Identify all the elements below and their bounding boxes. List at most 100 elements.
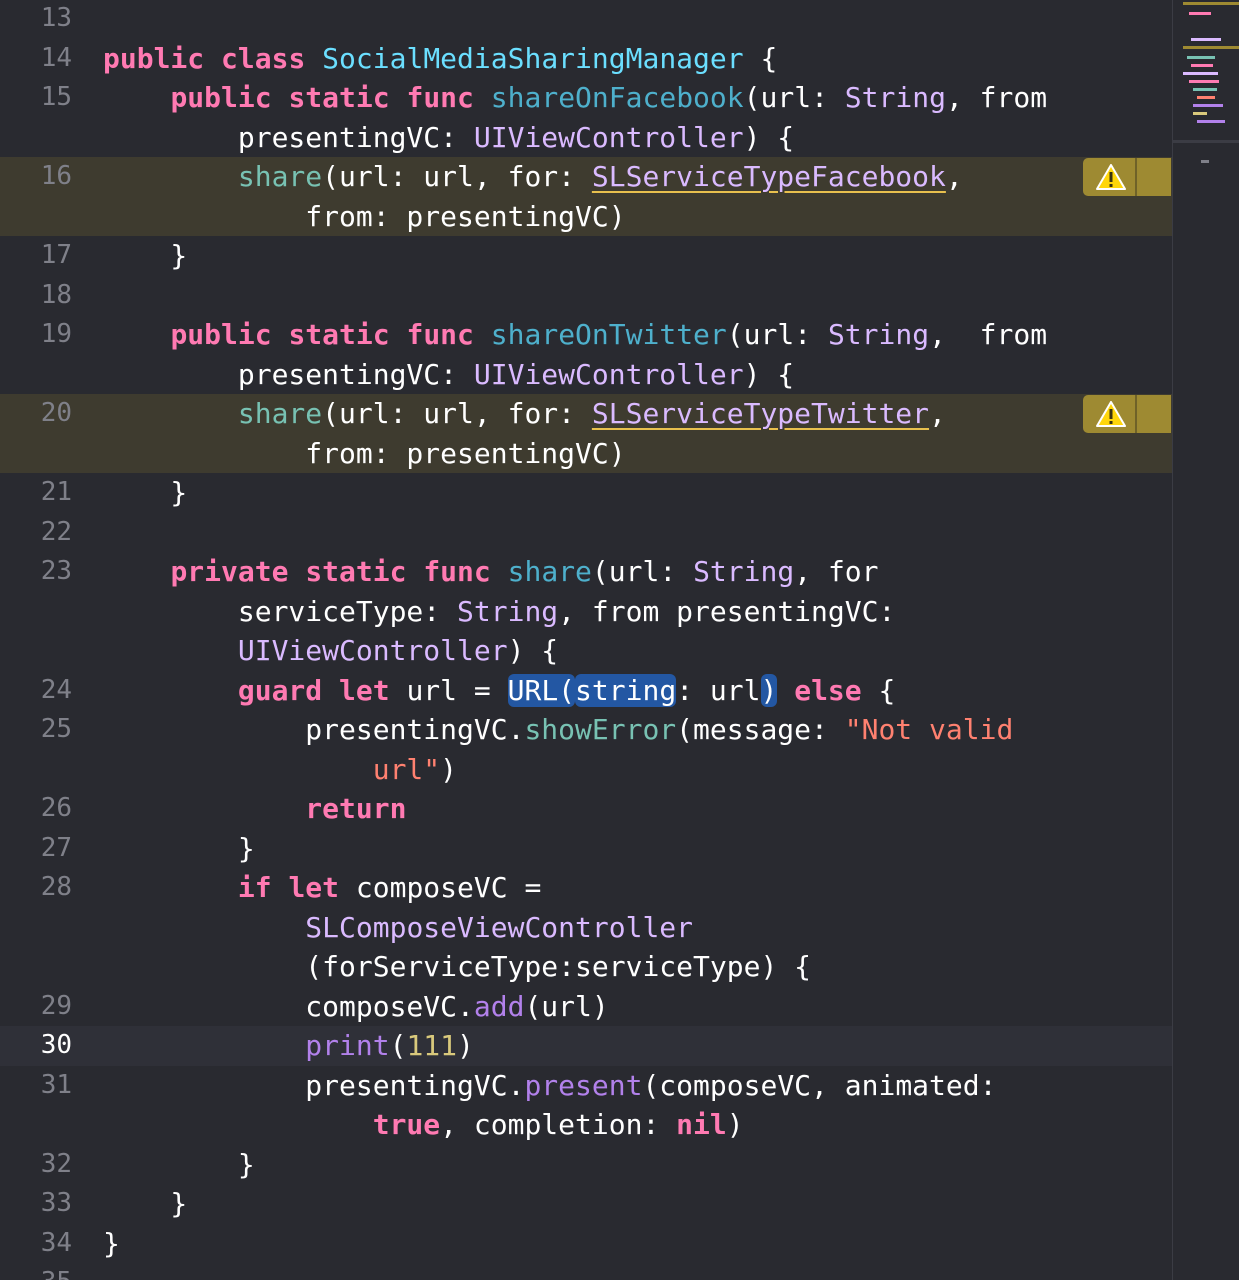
code-token: SLComposeViewController — [305, 910, 694, 944]
code-text[interactable]: UIViewController) { — [103, 631, 558, 671]
line-number[interactable]: 22 — [0, 513, 72, 553]
code-line-25[interactable]: 25 presentingVC.showError(message: "Not … — [0, 710, 1172, 789]
line-number[interactable]: 23 — [0, 552, 72, 592]
warning-badge[interactable] — [1083, 158, 1171, 196]
code-token: true — [372, 1108, 441, 1141]
code-text[interactable]: public class SocialMediaSharingManager { — [103, 39, 777, 79]
code-text[interactable]: presentingVC: UIViewController) { — [103, 118, 794, 158]
code-token: else — [794, 673, 862, 707]
line-number[interactable]: 15 — [0, 78, 72, 118]
line-number[interactable]: 14 — [0, 39, 72, 79]
code-text[interactable]: } — [103, 829, 255, 869]
line-number[interactable]: 33 — [0, 1184, 72, 1224]
line-number[interactable]: 32 — [0, 1145, 72, 1185]
code-text[interactable]: } — [103, 1224, 120, 1264]
code-text[interactable]: share(url: url, for: SLServiceTypeFacebo… — [103, 157, 963, 197]
code-token: serviceType: — [103, 594, 458, 628]
code-line-28[interactable]: 28 if let composeVC = SLComposeViewContr… — [0, 868, 1172, 987]
code-line-24[interactable]: 24 guard let url = URL(string: url) else… — [0, 671, 1172, 711]
code-line-16[interactable]: 16 share(url: url, for: SLServiceTypeFac… — [0, 157, 1172, 236]
code-token: ) — [760, 673, 778, 707]
code-line-35[interactable]: 35 — [0, 1263, 1172, 1280]
code-line-13[interactable]: 13 — [0, 0, 1172, 39]
code-text[interactable]: SLComposeViewController — [103, 908, 693, 948]
code-text[interactable]: } — [103, 236, 187, 276]
code-text[interactable]: from: presentingVC) — [103, 197, 625, 237]
code-line-15[interactable]: 15 public static func shareOnFacebook(ur… — [0, 78, 1172, 157]
minimap[interactable] — [1172, 0, 1239, 1280]
code-line-18[interactable]: 18 — [0, 276, 1172, 316]
code-text[interactable]: guard let url = URL(string: url) else { — [103, 671, 895, 711]
line-number[interactable]: 29 — [0, 987, 72, 1027]
code-text[interactable]: presentingVC.showError(message: "Not val… — [103, 710, 1013, 750]
minimap-line — [1193, 104, 1223, 107]
code-text[interactable]: serviceType: String, from presentingVC: — [103, 592, 895, 632]
code-line-29[interactable]: 29 composeVC.add(url) — [0, 987, 1172, 1027]
code-text[interactable]: url") — [103, 750, 457, 790]
code-line-21[interactable]: 21 } — [0, 473, 1172, 513]
line-number[interactable]: 28 — [0, 868, 72, 908]
code-line-33[interactable]: 33 } — [0, 1184, 1172, 1224]
line-number[interactable]: 26 — [0, 789, 72, 829]
line-number[interactable]: 34 — [0, 1224, 72, 1264]
line-number[interactable]: 35 — [0, 1263, 72, 1280]
code-line-27[interactable]: 27 } — [0, 829, 1172, 869]
code-text[interactable]: private static func share(url: String, f… — [103, 552, 878, 592]
code-token: ) — [457, 1029, 474, 1062]
code-line-20[interactable]: 20 share(url: url, for: SLServiceTypeTwi… — [0, 394, 1172, 473]
minimap-line — [1201, 160, 1209, 163]
code-line-23[interactable]: 23 private static func share(url: String… — [0, 552, 1172, 671]
code-text[interactable]: } — [103, 1145, 255, 1185]
code-text[interactable]: presentingVC.present(composeVC, animated… — [103, 1066, 996, 1106]
code-text[interactable]: return — [103, 789, 406, 829]
code-token: ) { — [743, 357, 795, 391]
code-line-22[interactable]: 22 — [0, 513, 1172, 553]
code-text[interactable]: composeVC.add(url) — [103, 987, 608, 1027]
code-line-17[interactable]: 17 } — [0, 236, 1172, 276]
code-line-14[interactable]: 14 public class SocialMediaSharingManager… — [0, 39, 1172, 79]
minimap-line — [1173, 140, 1239, 143]
code-token: share — [507, 555, 592, 588]
code-editor[interactable]: 13 14 public class SocialMediaSharingManag… — [0, 0, 1172, 1280]
line-number[interactable]: 17 — [0, 236, 72, 276]
code-line-30[interactable]: 30 print(111) — [0, 1026, 1172, 1066]
code-text[interactable]: print(111) — [103, 1026, 474, 1066]
code-text[interactable]: true, completion: nil) — [103, 1105, 744, 1145]
code-line-26[interactable]: 26 return — [0, 789, 1172, 829]
code-token: 111 — [406, 1029, 458, 1062]
line-number[interactable]: 13 — [0, 0, 72, 39]
code-text[interactable]: from: presentingVC) — [103, 434, 625, 474]
code-line-34[interactable]: 34} — [0, 1224, 1172, 1264]
code-text[interactable]: (forServiceType:serviceType) { — [103, 947, 811, 987]
code-text[interactable]: } — [103, 1184, 187, 1224]
badge-divider — [1135, 158, 1137, 196]
line-number[interactable]: 20 — [0, 394, 72, 434]
code-token: , from presentingVC: — [558, 594, 896, 628]
code-token: composeVC = — [339, 871, 542, 904]
line-number[interactable]: 27 — [0, 829, 72, 869]
code-text[interactable]: public static func shareOnTwitter(url: S… — [103, 315, 1047, 355]
line-number[interactable]: 19 — [0, 315, 72, 355]
line-number[interactable]: 31 — [0, 1066, 72, 1106]
code-text[interactable]: public static func shareOnFacebook(url: … — [103, 78, 1047, 118]
line-number[interactable]: 16 — [0, 157, 72, 197]
code-line-31[interactable]: 31 presentingVC.present(composeVC, anima… — [0, 1066, 1172, 1145]
line-number[interactable]: 30 — [0, 1026, 72, 1066]
code-text[interactable]: presentingVC: UIViewController) { — [103, 355, 794, 395]
code-token: ) { — [507, 634, 559, 667]
code-line-19[interactable]: 19 public static func shareOnTwitter(url… — [0, 315, 1172, 394]
code-token: (url: url, for: — [322, 397, 592, 430]
code-text[interactable]: if let composeVC = — [103, 868, 541, 908]
warning-triangle-icon — [1096, 164, 1126, 190]
line-number[interactable]: 25 — [0, 710, 72, 750]
code-text[interactable]: } — [103, 473, 187, 513]
code-line-32[interactable]: 32 } — [0, 1145, 1172, 1185]
line-number[interactable]: 21 — [0, 473, 72, 513]
line-number[interactable]: 24 — [0, 671, 72, 711]
code-text[interactable]: share(url: url, for: SLServiceTypeTwitte… — [103, 394, 946, 434]
line-number[interactable]: 18 — [0, 276, 72, 316]
warning-badge[interactable] — [1083, 395, 1171, 433]
